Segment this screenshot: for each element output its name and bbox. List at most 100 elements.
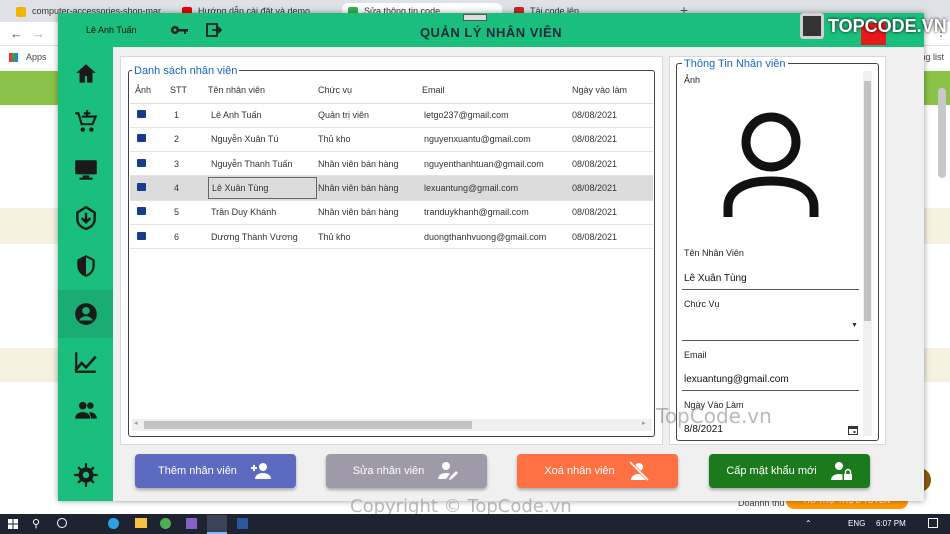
stt-cell: 5 — [170, 200, 208, 225]
nav-statistics[interactable] — [58, 338, 113, 386]
nav-settings[interactable] — [58, 451, 113, 499]
table-row[interactable]: 4 Lê Xuân Tùng Nhân viên bán hàng lexuantun… — [130, 175, 653, 201]
nav-employees[interactable] — [58, 290, 113, 338]
table-row[interactable]: 5 Trần Duy Khánh Nhân viên bán hàng tranduy… — [130, 200, 653, 225]
account-circle-icon — [74, 303, 97, 325]
date-cell: 08/08/2021 — [572, 200, 653, 225]
date-cell: 08/08/2021 — [572, 175, 653, 201]
language-indicator[interactable]: ENG — [848, 519, 865, 528]
settings-icon — [73, 463, 98, 487]
role-dropdown-icon[interactable]: ▼ — [851, 322, 858, 329]
column-header[interactable]: Tên nhân viên — [208, 77, 318, 104]
table-row[interactable]: 3 Nguyễn Thanh Tuấn Nhân viên bán hàng nguy… — [130, 151, 653, 177]
cart-add-icon — [74, 110, 97, 132]
email-label: Email — [684, 350, 707, 360]
bookmark-apps[interactable]: Apps — [26, 52, 47, 62]
logo-icon — [800, 13, 824, 39]
nav-import[interactable] — [58, 194, 113, 242]
nav-security[interactable] — [58, 242, 113, 290]
email-field-underline — [682, 390, 859, 391]
image-icon — [137, 183, 146, 192]
detail-scrollbar-thumb[interactable] — [864, 81, 871, 321]
edge-icon[interactable] — [108, 518, 119, 529]
watermark-center: TopCode.vn — [656, 404, 772, 428]
selected-name-cell-focus[interactable]: Lê Xuân Tùng — [208, 177, 317, 200]
horizontal-scrollbar[interactable]: ◂ ▸ — [132, 419, 652, 431]
stt-cell: 4 — [170, 175, 208, 201]
email-cell: tranduykhanh@gmail.com — [422, 200, 572, 225]
edit-employee-button[interactable]: Sửa nhân viên — [326, 454, 487, 488]
notification-icon[interactable] — [928, 518, 938, 528]
name-cell: Lê Anh Tuấn — [208, 103, 318, 128]
table-row[interactable]: 2 Nguyễn Xuân Tú Thủ kho nguyenxuantu@gmail… — [130, 127, 653, 153]
photo-label: Ảnh — [684, 75, 701, 85]
role-cell: Thủ kho — [318, 224, 422, 250]
role-label: Chức Vụ — [684, 299, 720, 309]
visual-studio-icon[interactable] — [186, 518, 197, 529]
sidebar-nav — [58, 47, 113, 501]
nav-customers[interactable] — [58, 386, 113, 434]
employee-table-wrap: Ảnh STT Tên nhân viên Chức vụ Email Ngày vào … — [130, 77, 653, 417]
role-cell: Nhân viên bán hàng — [318, 175, 422, 201]
table-header-row: Ảnh STT Tên nhân viên Chức vụ Email Ngày vào … — [130, 77, 653, 104]
image-icon — [137, 134, 146, 143]
column-header[interactable]: Email — [422, 77, 572, 104]
reset-password-button[interactable]: Cấp mật khẩu mới — [709, 454, 870, 488]
horizontal-scrollbar-thumb[interactable] — [144, 421, 472, 429]
table-row[interactable]: 1 Lê Anh Tuấn Quản trị viên letgo237@gmail.… — [130, 103, 653, 128]
clock[interactable]: 6:07 PM — [876, 519, 906, 528]
delete-employee-button[interactable]: Xoá nhân viên — [517, 454, 678, 488]
app-title: QUẢN LÝ NHÂN VIÊN — [419, 25, 563, 40]
person-add-icon — [250, 463, 271, 479]
column-header[interactable]: STT — [170, 77, 208, 104]
photo-cell — [130, 127, 170, 153]
nav-sales[interactable] — [58, 98, 113, 146]
email-field[interactable]: lexuantung@gmail.com — [684, 374, 789, 385]
windows-start-icon[interactable] — [8, 519, 18, 529]
word-icon[interactable] — [237, 518, 248, 529]
tray-icons[interactable]: ⌃ — [805, 519, 812, 528]
name-field[interactable]: Lê Xuân Tùng — [684, 273, 747, 284]
add-employee-button[interactable]: Thêm nhân viên — [135, 454, 296, 488]
chart-trend-icon — [73, 352, 97, 373]
chrome-icon[interactable] — [160, 518, 171, 529]
photo-cell — [130, 200, 170, 225]
column-header[interactable]: Ảnh — [130, 77, 170, 104]
role-field-underline — [682, 340, 859, 341]
forward-icon[interactable]: → — [32, 26, 45, 41]
apps-grid-icon[interactable] — [9, 53, 18, 62]
email-cell: duongthanhvuong@gmail.com — [422, 224, 572, 250]
tab-favicon-icon — [16, 7, 26, 17]
search-icon[interactable]: ⚲ — [32, 517, 40, 530]
employee-detail-panel: Thông Tin Nhân viên Ảnh Tên Nhân Viên Lê… — [669, 56, 886, 445]
detail-scrollbar[interactable] — [863, 71, 872, 436]
file-explorer-icon[interactable] — [135, 518, 147, 528]
role-cell: Quản trị viên — [318, 103, 422, 128]
people-icon — [74, 401, 97, 419]
app-taskbar-icon[interactable] — [207, 515, 227, 534]
image-icon — [137, 207, 146, 216]
name-cell: Dương Thành Vương — [208, 224, 318, 250]
email-cell: nguyenthanhtuan@gmail.com — [422, 151, 572, 177]
table-row[interactable]: 6 Dương Thành Vương Thủ kho duongthanhvuong… — [130, 224, 653, 250]
employee-management-window: Lê Anh Tuấn QUẢN LÝ NHÂN VIÊN Danh sách … — [58, 13, 924, 501]
nav-home[interactable] — [58, 50, 113, 98]
back-icon[interactable]: ← — [10, 26, 23, 41]
stt-cell: 1 — [170, 103, 208, 128]
column-header[interactable]: Ngày vào làm — [572, 77, 653, 104]
image-icon — [137, 231, 146, 240]
nav-products[interactable] — [58, 146, 113, 194]
task-view-icon[interactable] — [57, 518, 67, 528]
column-header[interactable]: Chức vụ — [318, 77, 422, 104]
employee-avatar-icon[interactable] — [722, 111, 820, 221]
stt-cell: 3 — [170, 151, 208, 177]
photo-cell — [130, 175, 170, 201]
window-handle[interactable] — [463, 14, 487, 21]
calendar-icon[interactable] — [848, 425, 858, 435]
photo-cell — [130, 103, 170, 128]
home-icon — [75, 64, 96, 83]
photo-cell — [130, 224, 170, 250]
monitor-icon — [74, 160, 97, 180]
role-cell: Thủ kho — [318, 127, 422, 153]
page-scrollbar[interactable] — [938, 88, 946, 178]
